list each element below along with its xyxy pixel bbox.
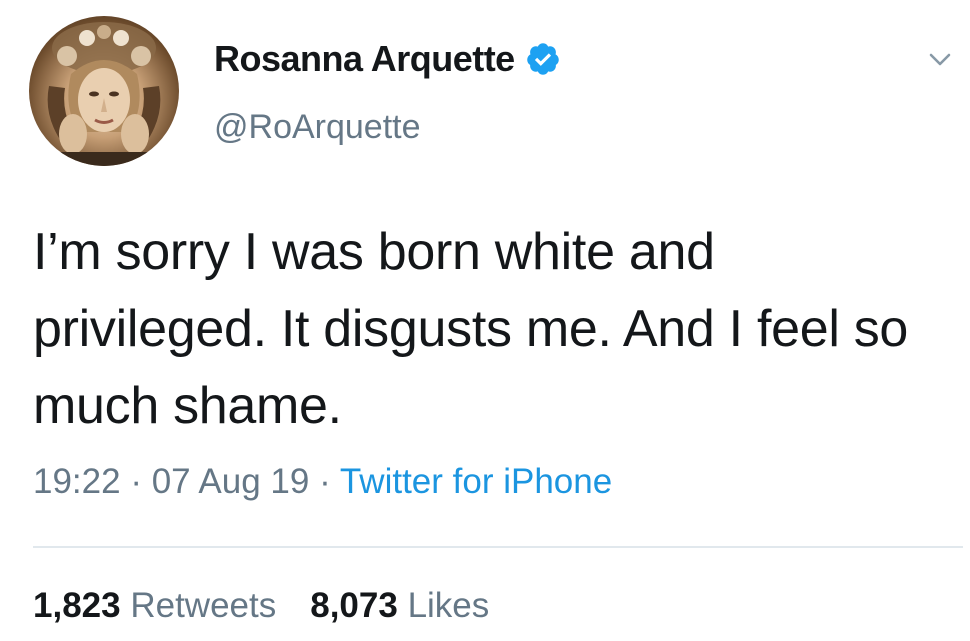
author-name[interactable]: Rosanna Arquette: [214, 38, 561, 80]
retweets-count: 1,823: [33, 586, 121, 625]
author-name-text[interactable]: Rosanna Arquette: [214, 38, 515, 80]
tweet-source-link[interactable]: Twitter for iPhone: [340, 462, 612, 501]
likes-label: Likes: [407, 586, 490, 625]
likes-stat[interactable]: 8,073 Likes: [310, 586, 489, 625]
tweet-card: Rosanna Arquette @RoArquette I’m sorry I…: [0, 0, 970, 641]
meta-separator: ·: [120, 462, 152, 501]
retweets-label: Retweets: [130, 586, 277, 625]
avatar[interactable]: [29, 16, 179, 166]
tweet-stats: 1,823 Retweets 8,073 Likes: [33, 586, 489, 626]
tweet-metadata: 19:22 · 07 Aug 19 · Twitter for iPhone: [33, 462, 612, 502]
tweet-time[interactable]: 19:22: [33, 462, 121, 501]
verified-badge-icon: [526, 43, 559, 75]
avatar-image: [29, 22, 179, 166]
tweet-date[interactable]: 07 Aug 19: [152, 462, 310, 501]
meta-separator: ·: [309, 462, 340, 501]
tweet-text: I’m sorry I was born white and privilege…: [33, 223, 909, 435]
chevron-down-icon[interactable]: [925, 44, 955, 74]
retweets-stat[interactable]: 1,823 Retweets: [33, 586, 276, 625]
likes-count: 8,073: [310, 586, 398, 625]
divider: [33, 546, 963, 548]
author-handle[interactable]: @RoArquette: [214, 108, 421, 147]
